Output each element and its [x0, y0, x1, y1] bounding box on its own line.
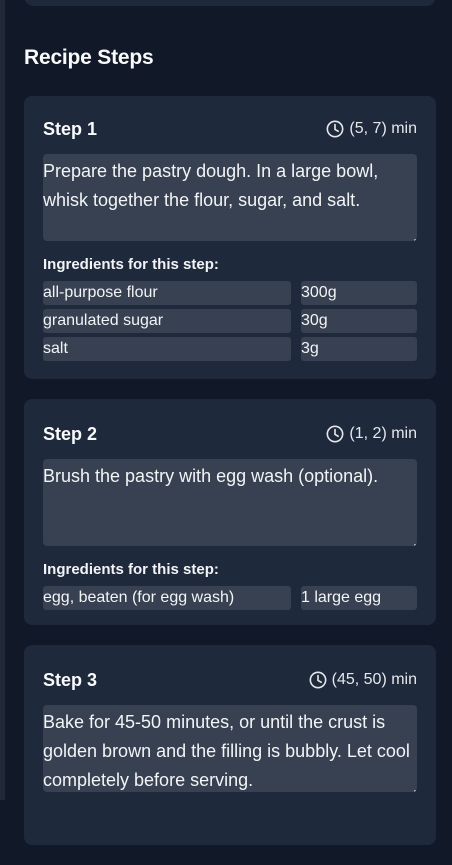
step-time-label: (5, 7) min	[349, 120, 417, 137]
ingredients-heading: Ingredients for this step:	[43, 256, 219, 273]
step-time-label: (45, 50) min	[331, 671, 417, 688]
step-time: (45, 50) min	[309, 671, 417, 689]
step-title: Step 1	[43, 118, 98, 139]
step-description: Bake for 45-50 minutes, or until the cru…	[43, 712, 410, 790]
step-description: Brush the pastry with egg wash (optional…	[43, 466, 379, 486]
ingredient-name-field[interactable]: salt	[43, 337, 291, 361]
step-card: Step 2 (1, 2) min Brush the pastry with …	[24, 399, 436, 625]
ingredient-quantity-field[interactable]: 3g	[301, 337, 417, 361]
step-card: Step 1 (5, 7) min Prepare the pastry dou…	[24, 96, 436, 379]
step-header: Step 1 (5, 7) min	[43, 112, 417, 146]
ingredient-row: granulated sugar 30g	[43, 309, 417, 333]
ingredient-row: salt 3g	[43, 337, 417, 361]
ingredient-row: all-purpose flour 300g	[43, 281, 417, 305]
resize-grip[interactable]	[412, 542, 416, 546]
previous-card-edge	[24, 0, 436, 6]
step-description-field[interactable]: Brush the pastry with egg wash (optional…	[43, 459, 417, 546]
ingredient-row: egg, beaten (for egg wash) 1 large egg	[43, 586, 417, 610]
ingredient-name-field[interactable]: egg, beaten (for egg wash)	[43, 586, 291, 610]
step-time: (5, 7) min	[326, 120, 417, 138]
ingredient-quantity-field[interactable]: 30g	[301, 309, 417, 333]
step-description: Prepare the pastry dough. In a large bow…	[43, 161, 379, 210]
step-header: Step 2 (1, 2) min	[43, 417, 417, 451]
clock-icon	[326, 425, 344, 443]
resize-grip[interactable]	[432, 0, 436, 4]
resize-grip[interactable]	[412, 237, 416, 241]
ingredients-heading: Ingredients for this step:	[43, 561, 219, 578]
step-card: Step 3 (45, 50) min Bake for 45-50 minut…	[24, 645, 436, 845]
step-time: (1, 2) min	[326, 425, 417, 443]
section-title: Recipe Steps	[24, 46, 154, 69]
scroll-edge	[0, 0, 5, 800]
step-time-label: (1, 2) min	[349, 425, 417, 442]
step-description-field[interactable]: Prepare the pastry dough. In a large bow…	[43, 154, 417, 241]
ingredient-quantity-field[interactable]: 1 large egg	[301, 586, 417, 610]
step-title: Step 2	[43, 423, 98, 444]
ingredient-quantity-field[interactable]: 300g	[301, 281, 417, 305]
step-title: Step 3	[43, 669, 98, 690]
clock-icon	[309, 671, 327, 689]
steps-list: Step 1 (5, 7) min Prepare the pastry dou…	[24, 96, 436, 865]
resize-grip[interactable]	[412, 788, 416, 792]
clock-icon	[326, 120, 344, 138]
ingredient-name-field[interactable]: all-purpose flour	[43, 281, 291, 305]
step-header: Step 3 (45, 50) min	[43, 663, 417, 697]
ingredient-name-field[interactable]: granulated sugar	[43, 309, 291, 333]
step-description-field[interactable]: Bake for 45-50 minutes, or until the cru…	[43, 705, 417, 792]
